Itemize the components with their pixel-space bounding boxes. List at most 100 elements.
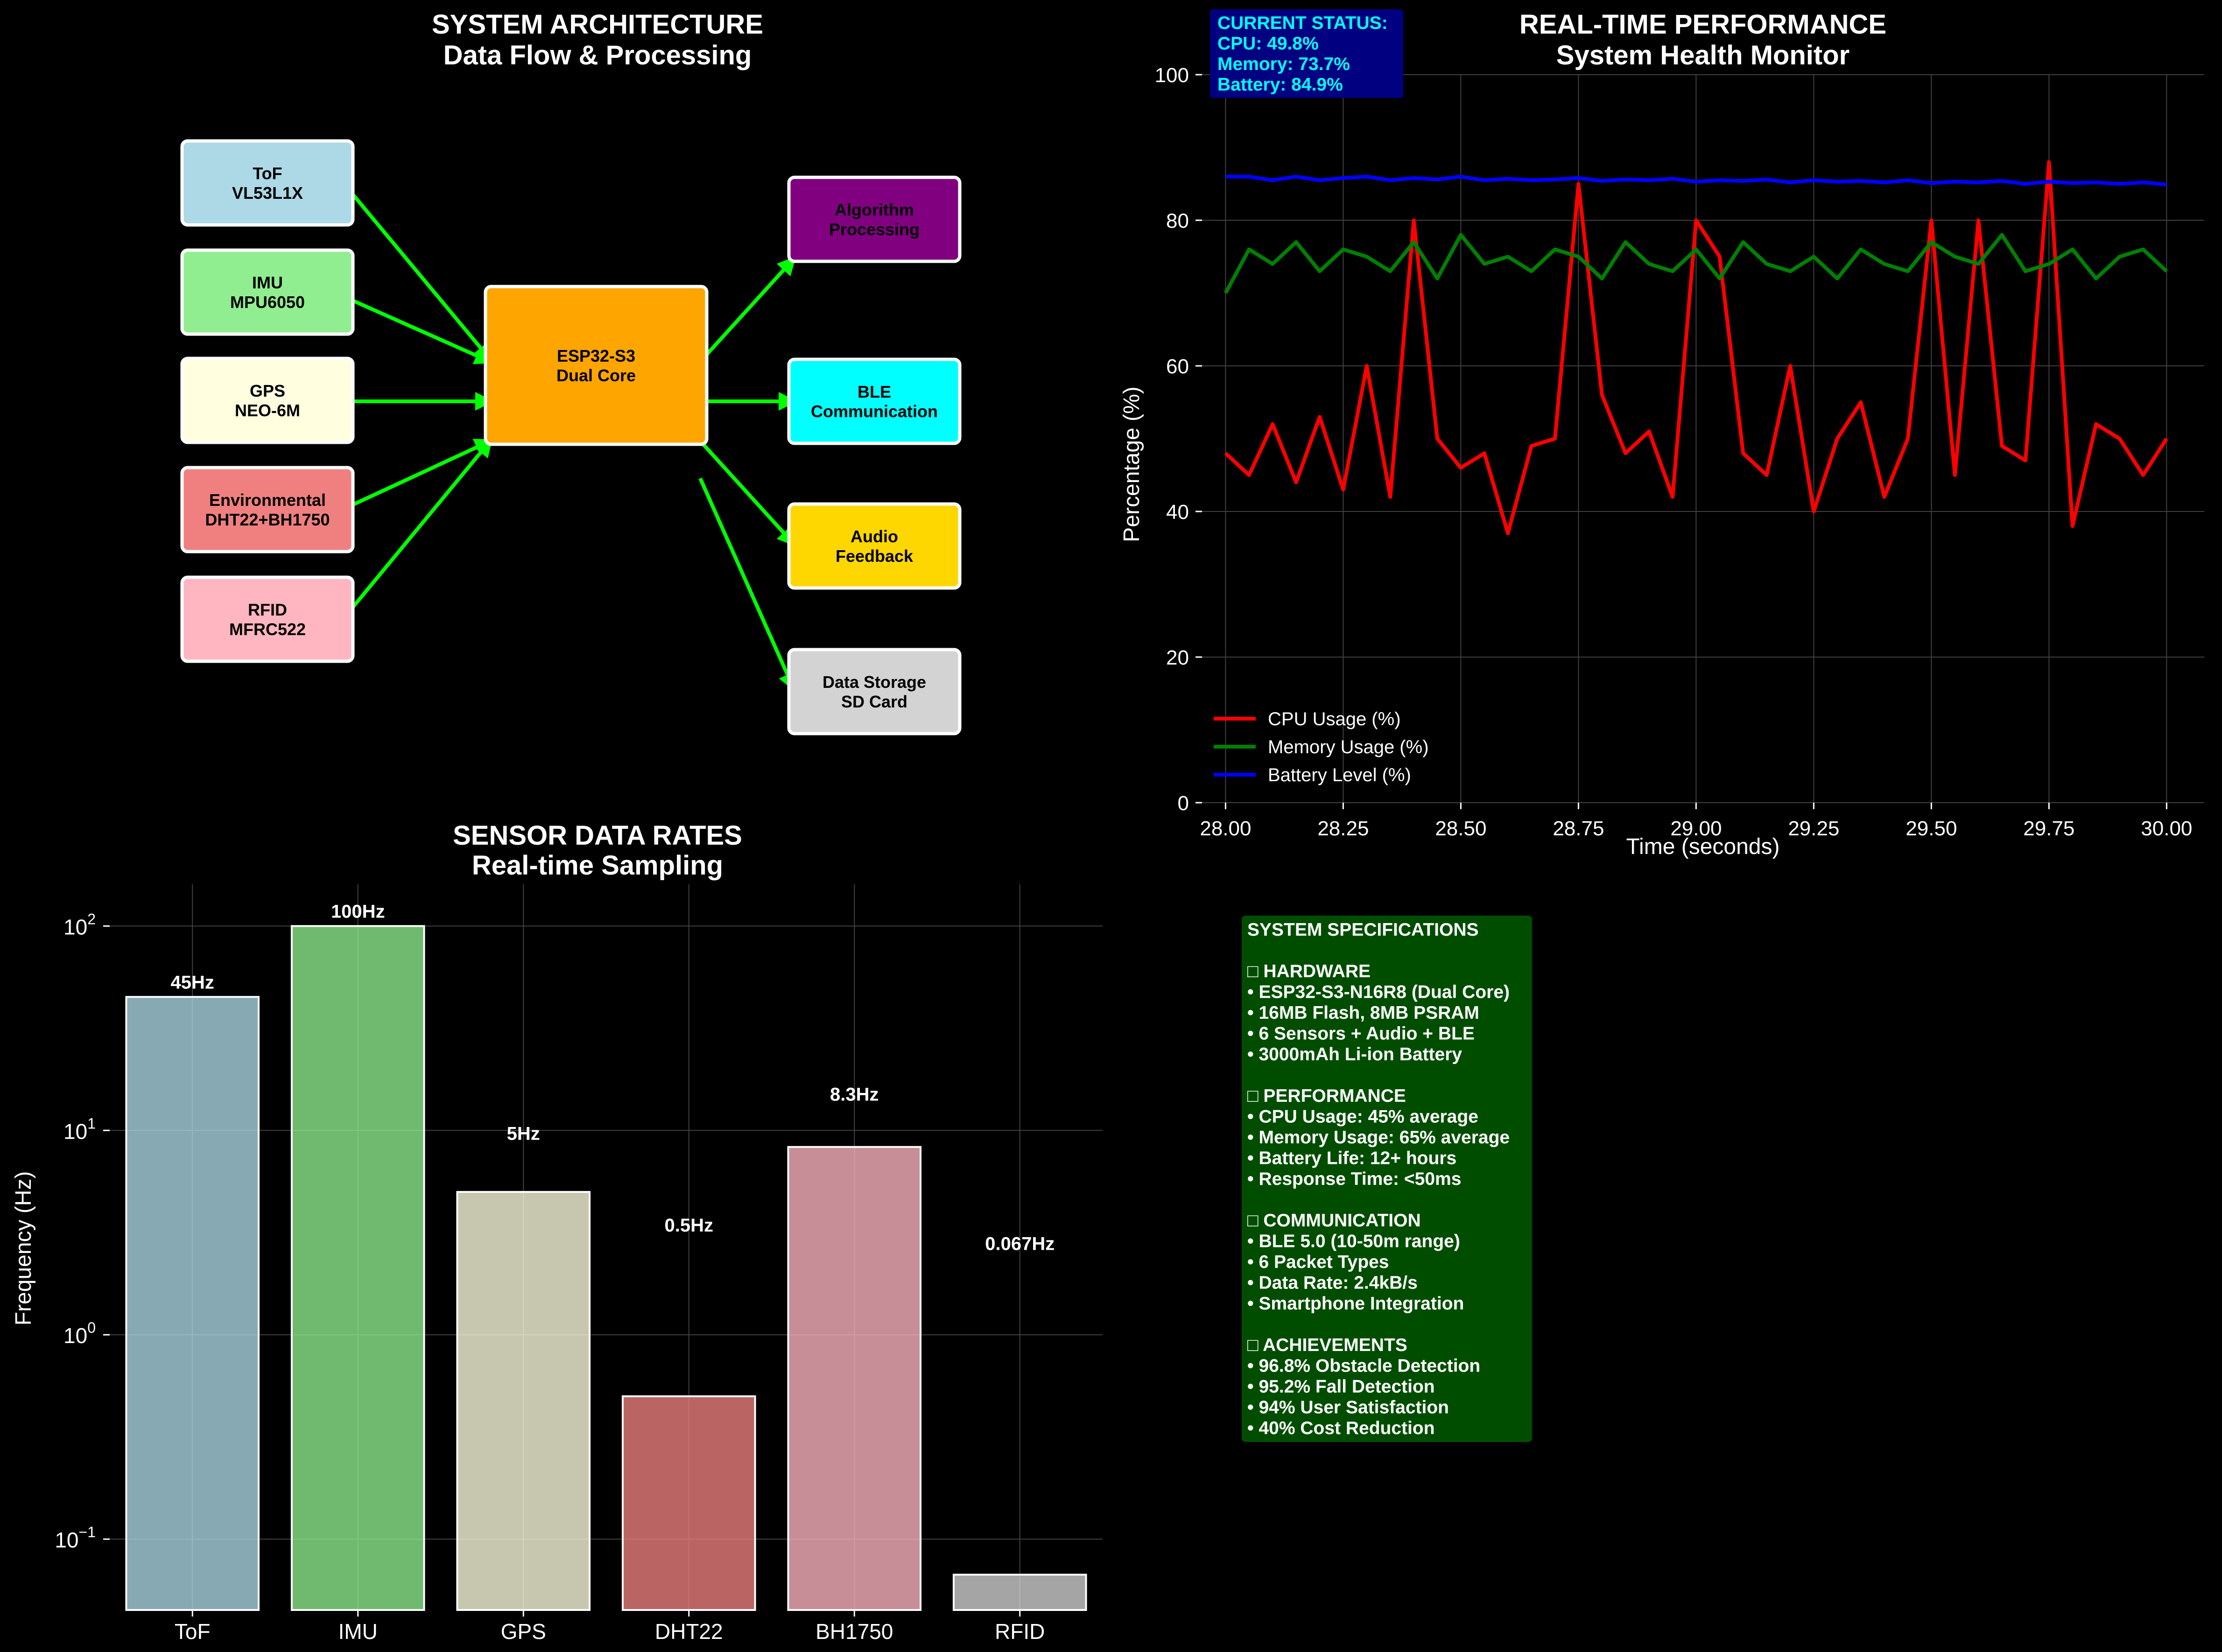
rates-ytick-label: 100 (63, 1319, 96, 1348)
output-node: Data StorageSD Card (787, 648, 962, 735)
perf-xtick-label: 29.25 (1788, 817, 1839, 840)
input-node-sublabel: VL53L1X (232, 183, 303, 203)
flow-arrow (345, 439, 494, 510)
spec-line: • Smartphone Integration (1247, 1294, 1464, 1314)
spec-line: • 16MB Flash, 8MB PSRAM (1247, 1003, 1479, 1023)
rates-bar-value-label: 8.3Hz (830, 1084, 879, 1105)
output-node-label: Algorithm (835, 200, 914, 219)
rates-bar (456, 1191, 591, 1611)
arch-subtitle: Data Flow & Processing (443, 40, 752, 70)
rates-bar-value-label: 0.067Hz (985, 1233, 1055, 1254)
input-node-box (180, 466, 355, 553)
perf-ytick-label: 60 (1166, 355, 1189, 378)
input-node-sublabel: MFRC522 (229, 620, 306, 639)
perf-xlabel: Time (seconds) (1626, 834, 1780, 859)
core-node-label: ESP32-S3 (557, 346, 635, 365)
rates-category-label: GPS (501, 1619, 546, 1644)
status-line: Battery: 84.9% (1217, 75, 1343, 95)
output-node-sublabel: Processing (829, 220, 920, 239)
ytick-exponent: −1 (79, 1524, 96, 1540)
input-node: EnvironmentalDHT22+BH1750 (180, 466, 355, 553)
output-node-box (787, 357, 962, 445)
spec-line: • 94% User Satisfaction (1247, 1398, 1449, 1418)
arch-title: SYSTEM ARCHITECTURE (432, 9, 763, 40)
status-line: CPU: 49.8% (1217, 34, 1319, 54)
rates-category-label: DHT22 (655, 1619, 723, 1644)
spec-line: • Response Time: <50ms (1247, 1169, 1461, 1189)
legend-label: Memory Usage (%) (1268, 737, 1429, 757)
spec-line: • CPU Usage: 45% average (1247, 1107, 1478, 1127)
rates-category-label: RFID (995, 1619, 1045, 1644)
perf-ytick-label: 20 (1166, 646, 1189, 669)
perf-xtick-label: 28.75 (1553, 817, 1604, 840)
ytick-exponent: 2 (87, 910, 96, 927)
ytick-base: 10 (63, 1323, 87, 1348)
rates-bar (290, 925, 425, 1611)
perf-xtick-label: 30.00 (2141, 817, 2192, 840)
rates-bars: 45Hz 100Hz 5Hz 0.5Hz 8.3Hz 0.067Hz (125, 901, 1087, 1611)
spec-line: • 6 Packet Types (1247, 1252, 1389, 1272)
spec-line: • Data Rate: 2.4kB/s (1247, 1273, 1418, 1293)
perf-subtitle: System Health Monitor (1556, 40, 1849, 70)
spec-line: SYSTEM SPECIFICATIONS (1247, 920, 1479, 940)
flow-arrow (698, 477, 796, 692)
rates-category-label: IMU (338, 1619, 378, 1644)
output-node-label: Data Storage (823, 672, 926, 692)
input-node-label: ToF (253, 164, 282, 183)
rates-ytick-label: 101 (63, 1115, 96, 1143)
architecture-diagram-panel: SYSTEM ARCHITECTURE Data Flow & Processi… (180, 9, 962, 735)
legend-label: CPU Usage (%) (1268, 709, 1401, 729)
legend-label: Battery Level (%) (1268, 765, 1411, 785)
spec-line: □ PERFORMANCE (1247, 1086, 1406, 1106)
core-node-sublabel: Dual Core (556, 366, 636, 385)
sensor-rates-chart-panel: SENSOR DATA RATES Real-time Sampling 45H… (11, 820, 1103, 1644)
spec-line: • 3000mAh Li-ion Battery (1247, 1044, 1462, 1064)
spec-line: • Memory Usage: 65% average (1247, 1127, 1510, 1148)
perf-xtick-label: 28.25 (1317, 817, 1369, 840)
status-box: CURRENT STATUS: CPU: 49.8% Memory: 73.7%… (1210, 9, 1403, 98)
output-node-box (787, 175, 962, 263)
perf-ytick-label: 100 (1155, 64, 1189, 87)
core-node: ESP32-S3Dual Core (484, 285, 709, 446)
output-node-box (787, 648, 962, 735)
spec-line: • Battery Life: 12+ hours (1247, 1148, 1456, 1169)
rates-category-label: ToF (175, 1619, 211, 1644)
input-node-sublabel: NEO-6M (235, 401, 300, 420)
output-node-box (787, 502, 962, 590)
rates-ytick-label: 102 (63, 910, 96, 939)
core-node-box (484, 285, 709, 446)
dashboard-canvas: SYSTEM ARCHITECTURE Data Flow & Processi… (11, 9, 2204, 1644)
input-node-box (180, 139, 355, 227)
output-node-sublabel: Feedback (836, 546, 914, 566)
ytick-base: 10 (63, 915, 87, 939)
input-node: ToFVL53L1X (180, 139, 355, 227)
status-line: Memory: 73.7% (1217, 54, 1350, 74)
perf-xtick-label: 28.50 (1435, 817, 1486, 840)
rates-bar-value-label: 100Hz (331, 901, 385, 922)
rates-category-label: BH1750 (816, 1619, 893, 1644)
spec-line: • 95.2% Fall Detection (1247, 1377, 1435, 1397)
rates-title: SENSOR DATA RATES (453, 820, 742, 851)
input-node-sublabel: DHT22+BH1750 (205, 510, 330, 529)
rates-bar (621, 1395, 756, 1611)
ytick-exponent: 1 (87, 1115, 96, 1132)
ytick-exponent: 0 (87, 1319, 96, 1336)
status-line: CURRENT STATUS: (1217, 13, 1388, 33)
flow-arrow (345, 185, 493, 363)
input-node-sublabel: MPU6050 (230, 293, 305, 312)
rates-bar (787, 1146, 922, 1611)
flow-arrow (345, 438, 493, 616)
spec-line: □ ACHIEVEMENTS (1247, 1335, 1407, 1355)
perf-ytick-label: 0 (1178, 792, 1189, 815)
perf-xtick-label: 28.00 (1200, 817, 1251, 840)
rates-ylabel: Frequency (Hz) (11, 1171, 36, 1326)
spec-line: □ HARDWARE (1247, 961, 1371, 981)
perf-legend: CPU Usage (%) Memory Usage (%) Battery Lev… (1214, 709, 1429, 785)
flow-arrow (345, 296, 494, 364)
output-node-label: Audio (851, 527, 898, 546)
spec-line: • ESP32-S3-N16R8 (Dual Core) (1247, 982, 1510, 1002)
input-node-box (180, 357, 355, 444)
input-node: IMUMPU6050 (180, 248, 355, 336)
spec-line: • BLE 5.0 (10-50m range) (1247, 1232, 1460, 1252)
perf-ylabel: Percentage (%) (1119, 386, 1144, 542)
